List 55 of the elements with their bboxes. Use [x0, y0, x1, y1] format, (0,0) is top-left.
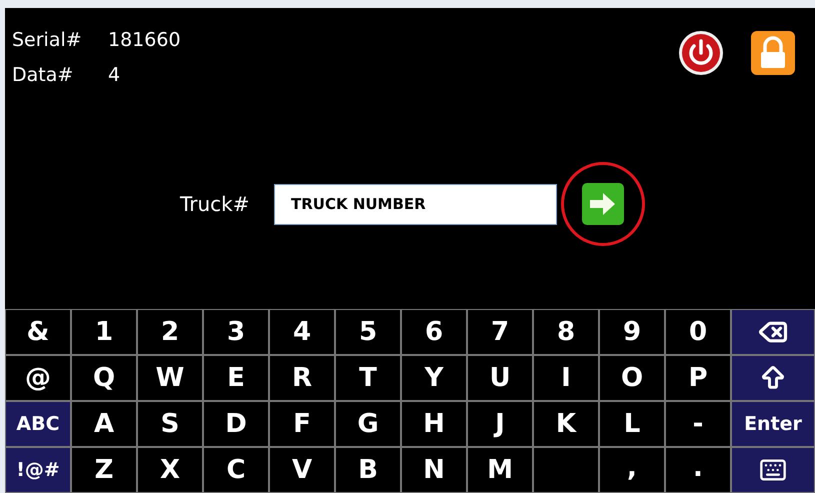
keyboard-key[interactable]: Enter: [731, 401, 815, 447]
keyboard-key[interactable]: V: [269, 447, 335, 493]
shift-icon[interactable]: [759, 364, 787, 392]
keyboard-key[interactable]: 5: [335, 309, 401, 355]
keyboard-key[interactable]: C: [203, 447, 269, 493]
keyboard-key[interactable]: D: [203, 401, 269, 447]
keyboard-key[interactable]: K: [533, 401, 599, 447]
keyboard-key[interactable]: J: [467, 401, 533, 447]
keyboard-key[interactable]: 2: [137, 309, 203, 355]
keyboard-key[interactable]: X: [137, 447, 203, 493]
keyboard-key[interactable]: W: [137, 355, 203, 401]
info-label: Data#: [12, 62, 74, 88]
keyboard-key[interactable]: @: [5, 355, 71, 401]
lock-icon[interactable]: [750, 30, 796, 76]
keyboard-key[interactable]: Y: [401, 355, 467, 401]
keyboard-key[interactable]: &: [5, 309, 71, 355]
keyboard-key[interactable]: 0: [665, 309, 731, 355]
keyboard-key[interactable]: 4: [269, 309, 335, 355]
keyboard-key[interactable]: ABC: [5, 401, 71, 447]
keyboard-key[interactable]: E: [203, 355, 269, 401]
keyboard-key[interactable]: G: [335, 401, 401, 447]
keyboard-key[interactable]: H: [401, 401, 467, 447]
blank-key[interactable]: [533, 447, 599, 493]
keyboard-key[interactable]: 3: [203, 309, 269, 355]
keyboard-key[interactable]: 6: [401, 309, 467, 355]
keyboard-key[interactable]: R: [269, 355, 335, 401]
info-value: 4: [108, 62, 120, 88]
keyboard-key[interactable]: L: [599, 401, 665, 447]
keyboard-key[interactable]: B: [335, 447, 401, 493]
keyboard-key[interactable]: N: [401, 447, 467, 493]
arrow-right-icon[interactable]: [581, 182, 625, 226]
keyboard-key[interactable]: I: [533, 355, 599, 401]
keyboard-key[interactable]: 1: [71, 309, 137, 355]
keyboard-key[interactable]: !@#: [5, 447, 71, 493]
keyboard-key[interactable]: U: [467, 355, 533, 401]
keyboard-key[interactable]: 9: [599, 309, 665, 355]
keyboard-key[interactable]: M: [467, 447, 533, 493]
truck-number-field[interactable]: TRUCK NUMBER: [274, 184, 557, 224]
info-value: 181660: [108, 28, 181, 53]
truck-label: Truck#: [180, 191, 251, 218]
keyboard-key[interactable]: S: [137, 401, 203, 447]
keyboard-key[interactable]: F: [269, 401, 335, 447]
keyboard-key[interactable]: .: [665, 447, 731, 493]
keyboard-key[interactable]: 8: [533, 309, 599, 355]
keyboard-key[interactable]: -: [665, 401, 731, 447]
keyboard-key[interactable]: ,: [599, 447, 665, 493]
info-label: Serial#: [12, 28, 83, 53]
keyboard-key[interactable]: A: [71, 401, 137, 447]
keyboard-key[interactable]: 7: [467, 309, 533, 355]
power-icon[interactable]: [678, 30, 724, 76]
keyboard-key[interactable]: Q: [71, 355, 137, 401]
keyboard-key[interactable]: P: [665, 355, 731, 401]
keyboard-key[interactable]: O: [599, 355, 665, 401]
keyboard-key[interactable]: T: [335, 355, 401, 401]
keyboard-key[interactable]: Z: [71, 447, 137, 493]
